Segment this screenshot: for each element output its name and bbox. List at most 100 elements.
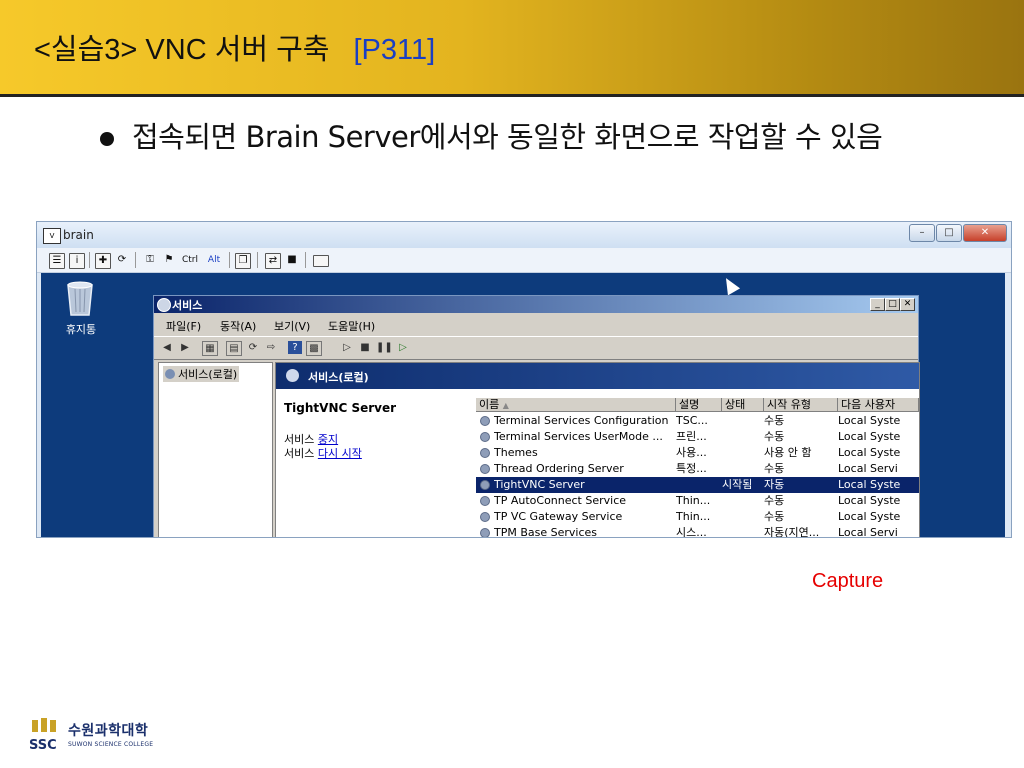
- restart-service-link[interactable]: 다시 시작: [318, 447, 362, 460]
- services-list: 이름 ▲ 설명 상태 시작 유형 다음 사용자 Terminal Service…: [476, 398, 919, 537]
- help-icon[interactable]: ?: [288, 341, 302, 354]
- cell-name: TP VC Gateway Service: [494, 510, 623, 523]
- table-row[interactable]: Themes 사용... 사용 안 함 Local Syste: [476, 445, 919, 461]
- file-transfer-icon[interactable]: ⇄: [265, 253, 281, 269]
- recycle-bin-label: 휴지통: [65, 323, 97, 336]
- service-gear-icon: [480, 528, 490, 537]
- save-icon[interactable]: ■: [285, 253, 299, 267]
- properties-icon[interactable]: ▤: [226, 341, 242, 356]
- alt-key-button[interactable]: Alt: [205, 253, 223, 267]
- mouse-cursor-icon: [719, 274, 741, 296]
- slide-title-text: <실습3> VNC 서버 구축: [34, 34, 330, 66]
- cell-desc: 시스...: [676, 526, 707, 537]
- cell-desc: Thin...: [676, 510, 711, 523]
- college-name-korean: 수원과학대학: [68, 723, 149, 739]
- column-header-logon[interactable]: 다음 사용자: [838, 398, 919, 412]
- header-divider: [0, 94, 1024, 97]
- service-gear-icon: [480, 512, 490, 522]
- toolbar-separator: [89, 252, 90, 268]
- column-header-description[interactable]: 설명: [676, 398, 722, 412]
- recycle-bin-icon[interactable]: [63, 279, 97, 317]
- cell-logon: Local Servi: [838, 462, 898, 475]
- toolbar-separator: [257, 252, 258, 268]
- tree-item-services-local[interactable]: 서비스(로컬): [163, 366, 240, 382]
- services-minimize-button[interactable]: _: [870, 298, 885, 311]
- refresh-screen-icon[interactable]: ✚: [95, 253, 111, 269]
- cell-status: 시작됨: [722, 478, 753, 491]
- export-list-icon[interactable]: ⇨: [264, 341, 278, 354]
- services-gear-icon: [286, 369, 299, 382]
- cell-desc: TSC...: [676, 414, 708, 427]
- detail-header: 서비스(로컬): [276, 363, 919, 389]
- cell-name: Terminal Services UserMode ...: [494, 430, 663, 443]
- ctrl-key-button[interactable]: Ctrl: [179, 253, 201, 267]
- win-key-icon[interactable]: ⚑: [161, 253, 177, 267]
- services-gear-icon: [157, 298, 171, 312]
- vnc-app-icon: V: [43, 228, 61, 244]
- service-gear-icon: [480, 496, 490, 506]
- fullscreen-icon[interactable]: [313, 255, 329, 267]
- maximize-button[interactable]: □: [936, 224, 962, 242]
- cell-startup: 자동: [764, 478, 785, 491]
- back-arrow-icon[interactable]: ◀: [160, 341, 174, 354]
- column-header-status[interactable]: 상태: [722, 398, 764, 412]
- selected-service-name: TightVNC Server: [284, 401, 397, 415]
- cell-logon: Local Syste: [838, 446, 901, 459]
- services-title-bar[interactable]: 서비스 _ □ ✕: [154, 296, 918, 313]
- minimize-button[interactable]: –: [909, 224, 935, 242]
- vnc-viewer-window: V brain – □ ✕ ☰ i ✚ ⟳ ⚿ ⚑ Ctrl Alt ❐ ⇄ ■…: [36, 221, 1012, 538]
- cell-name: TPM Base Services: [494, 526, 598, 537]
- console-tree-icon[interactable]: ▦: [202, 341, 218, 356]
- services-toolbar: ◀ ▶ ▦ ▤ ⟳ ⇨ ? ▩ ▷ ■ ❚❚ ▷: [154, 336, 918, 360]
- detail-header-title: 서비스(로컬): [308, 371, 369, 384]
- service-description-pane: TightVNC Server 서비스 중지 서비스 다시 시작: [276, 389, 472, 537]
- bullet-dot-icon: [100, 132, 114, 146]
- restart-service-icon[interactable]: ▷: [396, 341, 410, 354]
- remote-desktop: 휴지통 서비스 _ □ ✕ 파일(F) 동작(A) 보기(V) 도움말(H) ◀…: [41, 273, 1005, 537]
- cell-startup: 자동(지연...: [764, 526, 820, 537]
- vnc-title-bar[interactable]: V brain – □ ✕: [37, 222, 1011, 248]
- menu-view[interactable]: 보기(V): [274, 318, 310, 334]
- view-icon[interactable]: ▩: [306, 341, 322, 356]
- connection-info-icon[interactable]: i: [69, 253, 85, 269]
- ctrl-alt-del-icon[interactable]: ⚿: [141, 253, 159, 267]
- restart-action-line: 서비스 다시 시작: [284, 447, 362, 460]
- menu-action[interactable]: 동작(A): [220, 318, 256, 334]
- forward-arrow-icon[interactable]: ▶: [178, 341, 192, 354]
- stop-service-icon[interactable]: ■: [358, 341, 372, 354]
- college-emblem-icon: SSC: [29, 718, 57, 752]
- service-gear-icon: [480, 480, 490, 490]
- table-row[interactable]: Terminal Services Configuration TSC... 수동 L…: [476, 413, 919, 429]
- cell-startup: 수동: [764, 414, 785, 427]
- cell-desc: Thin...: [676, 494, 711, 507]
- table-row[interactable]: TPM Base Services 시스... 자동(지연... Local Serv…: [476, 525, 919, 537]
- services-menu-bar: 파일(F) 동작(A) 보기(V) 도움말(H): [154, 314, 918, 334]
- cell-startup: 수동: [764, 462, 785, 475]
- menu-file[interactable]: 파일(F): [166, 318, 201, 334]
- pause-service-icon[interactable]: ❚❚: [376, 341, 393, 354]
- cell-logon: Local Syste: [838, 414, 901, 427]
- cell-name: Terminal Services Configuration: [494, 414, 669, 427]
- menu-help[interactable]: 도움말(H): [328, 318, 375, 334]
- vnc-toolbar: ☰ i ✚ ⟳ ⚿ ⚑ Ctrl Alt ❐ ⇄ ■: [37, 248, 1011, 273]
- vnc-window-title: brain: [63, 228, 94, 242]
- cell-startup: 수동: [764, 510, 785, 523]
- table-row[interactable]: Thread Ordering Server 특정... 수동 Local Servi: [476, 461, 919, 477]
- table-row[interactable]: TP VC Gateway Service Thin... 수동 Local Syst…: [476, 509, 919, 525]
- table-row[interactable]: TP AutoConnect Service Thin... 수동 Local Sys…: [476, 493, 919, 509]
- close-button[interactable]: ✕: [963, 224, 1007, 242]
- services-close-button[interactable]: ✕: [900, 298, 915, 311]
- column-header-startup-type[interactable]: 시작 유형: [764, 398, 838, 412]
- services-maximize-button[interactable]: □: [885, 298, 900, 311]
- slide-title: <실습3> VNC 서버 구축 [P311]: [34, 26, 435, 68]
- sync-icon[interactable]: ⟳: [115, 253, 129, 267]
- column-header-name[interactable]: 이름 ▲: [476, 398, 676, 412]
- table-row[interactable]: Terminal Services UserMode ... 프린... 수동 Loc…: [476, 429, 919, 445]
- table-row[interactable]: TightVNC Server 시작됨 자동 Local Syste: [476, 477, 919, 493]
- start-service-icon[interactable]: ▷: [340, 341, 354, 354]
- services-detail-pane: 서비스(로컬) TightVNC Server 서비스 중지 서비스 다시 시작…: [275, 362, 920, 537]
- refresh-icon[interactable]: ⟳: [246, 341, 260, 354]
- toolbar-separator: [229, 252, 230, 268]
- clipboard-icon[interactable]: ❐: [235, 253, 251, 269]
- options-icon[interactable]: ☰: [49, 253, 65, 269]
